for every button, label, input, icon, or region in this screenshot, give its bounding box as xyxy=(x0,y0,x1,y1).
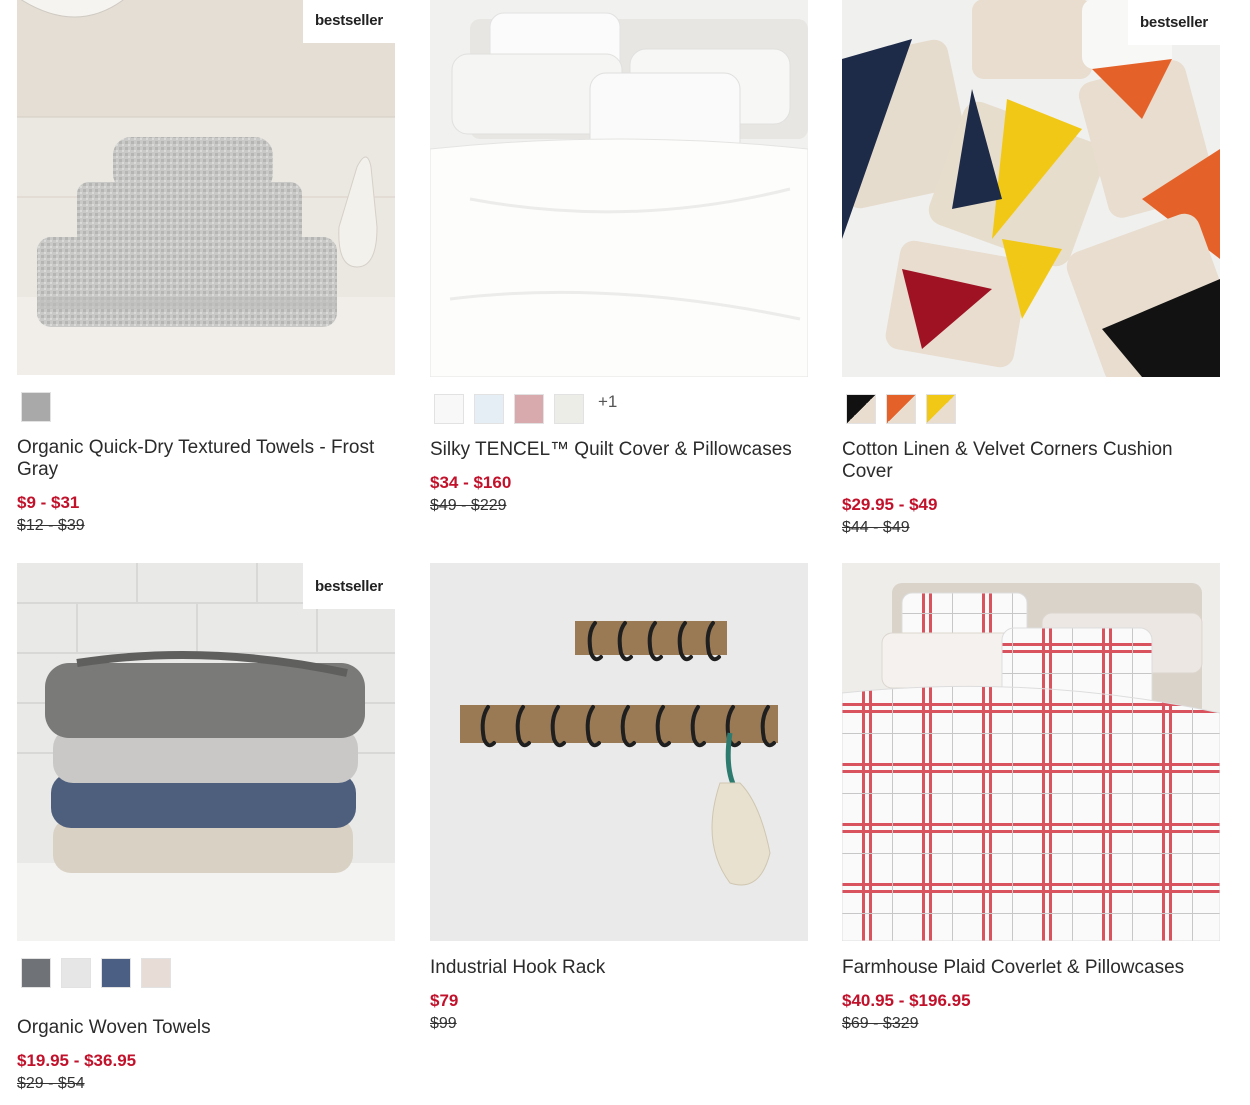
swatch-light-gray[interactable] xyxy=(61,958,91,988)
sale-price: $40.95 - $196.95 xyxy=(842,991,971,1010)
swatch-orange[interactable] xyxy=(886,394,916,424)
color-swatches xyxy=(17,957,395,989)
product-image-cushion-covers[interactable]: bestseller xyxy=(842,0,1220,377)
bestseller-badge: bestseller xyxy=(303,0,395,43)
original-price: $29 - $54 xyxy=(17,1075,85,1092)
product-card[interactable]: Farmhouse Plaid Coverlet & Pillowcases $… xyxy=(842,563,1220,1033)
sale-price: $9 - $31 xyxy=(17,493,80,512)
product-title[interactable]: Organic Quick-Dry Textured Towels - Fros… xyxy=(17,437,395,481)
original-price: $12 - $39 xyxy=(17,517,85,534)
product-image-plaid-coverlet[interactable] xyxy=(842,563,1220,941)
product-card[interactable]: Industrial Hook Rack $79 $99 xyxy=(430,563,808,1033)
product-title[interactable]: Farmhouse Plaid Coverlet & Pillowcases xyxy=(842,957,1220,979)
swatch-frost-gray[interactable] xyxy=(21,392,51,422)
sale-price: $34 - $160 xyxy=(430,473,512,492)
original-price: $44 - $49 xyxy=(842,519,910,536)
swatch-white[interactable] xyxy=(434,394,464,424)
swatch-light-blue[interactable] xyxy=(474,394,504,424)
original-price: $49 - $229 xyxy=(430,497,507,514)
more-swatches[interactable]: +1 xyxy=(598,392,617,412)
bestseller-badge: bestseller xyxy=(1128,0,1220,45)
product-image-tencel-quilt[interactable] xyxy=(430,0,808,377)
original-price: $69 - $329 xyxy=(842,1015,919,1032)
swatch-blush[interactable] xyxy=(514,394,544,424)
product-card[interactable]: bestseller Cotton Linen & Velvet Corners… xyxy=(842,0,1220,537)
color-swatches xyxy=(842,393,1220,425)
swatch-black[interactable] xyxy=(846,394,876,424)
sale-price: $79 xyxy=(430,991,459,1010)
swatch-ivory[interactable] xyxy=(554,394,584,424)
bestseller-badge: bestseller xyxy=(303,563,395,609)
product-image-towels-frost-gray[interactable]: bestseller xyxy=(17,0,395,375)
sale-price: $29.95 - $49 xyxy=(842,495,938,514)
swatch-yellow[interactable] xyxy=(926,394,956,424)
original-price: $99 xyxy=(430,1015,457,1032)
color-swatches xyxy=(17,391,395,423)
product-title[interactable]: Industrial Hook Rack xyxy=(430,957,808,979)
product-image-woven-towels[interactable]: bestseller xyxy=(17,563,395,941)
product-title[interactable]: Cotton Linen & Velvet Corners Cushion Co… xyxy=(842,439,1220,483)
sale-price: $19.95 - $36.95 xyxy=(17,1051,137,1070)
color-swatches: +1 xyxy=(430,392,808,425)
product-card[interactable]: bestseller Organic Woven Towels $19.95 -… xyxy=(17,563,395,1093)
product-card[interactable]: bestseller Organic Quick-Dry Textured To… xyxy=(17,0,395,535)
swatch-natural[interactable] xyxy=(141,958,171,988)
swatch-charcoal[interactable] xyxy=(21,958,51,988)
product-card[interactable]: +1 Silky TENCEL™ Quilt Cover & Pillowcas… xyxy=(430,0,808,515)
product-title[interactable]: Organic Woven Towels xyxy=(17,1017,395,1039)
swatch-navy[interactable] xyxy=(101,958,131,988)
product-title[interactable]: Silky TENCEL™ Quilt Cover & Pillowcases xyxy=(430,439,808,461)
product-image-hook-rack[interactable] xyxy=(430,563,808,941)
